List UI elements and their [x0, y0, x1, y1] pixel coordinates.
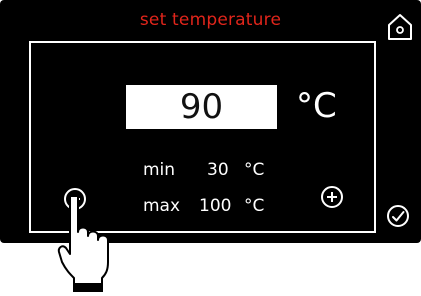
temperature-value: 90 [179, 87, 224, 127]
plus-circle-icon [321, 186, 343, 208]
min-value: 30 [207, 160, 229, 180]
max-label: max [143, 196, 181, 216]
check-circle-icon [387, 205, 409, 227]
temperature-value-field[interactable]: 90 [126, 85, 277, 129]
min-unit: °C [244, 160, 265, 180]
increase-button[interactable] [319, 184, 345, 210]
home-button[interactable] [385, 12, 415, 42]
screen-title: set temperature [139, 10, 282, 30]
home-icon [388, 14, 412, 40]
max-value: 100 [199, 196, 232, 216]
min-label: min [143, 160, 176, 180]
pointing-hand-icon [56, 195, 116, 296]
temperature-unit: °C [296, 86, 337, 126]
max-unit: °C [244, 196, 265, 216]
confirm-button[interactable] [385, 203, 411, 229]
